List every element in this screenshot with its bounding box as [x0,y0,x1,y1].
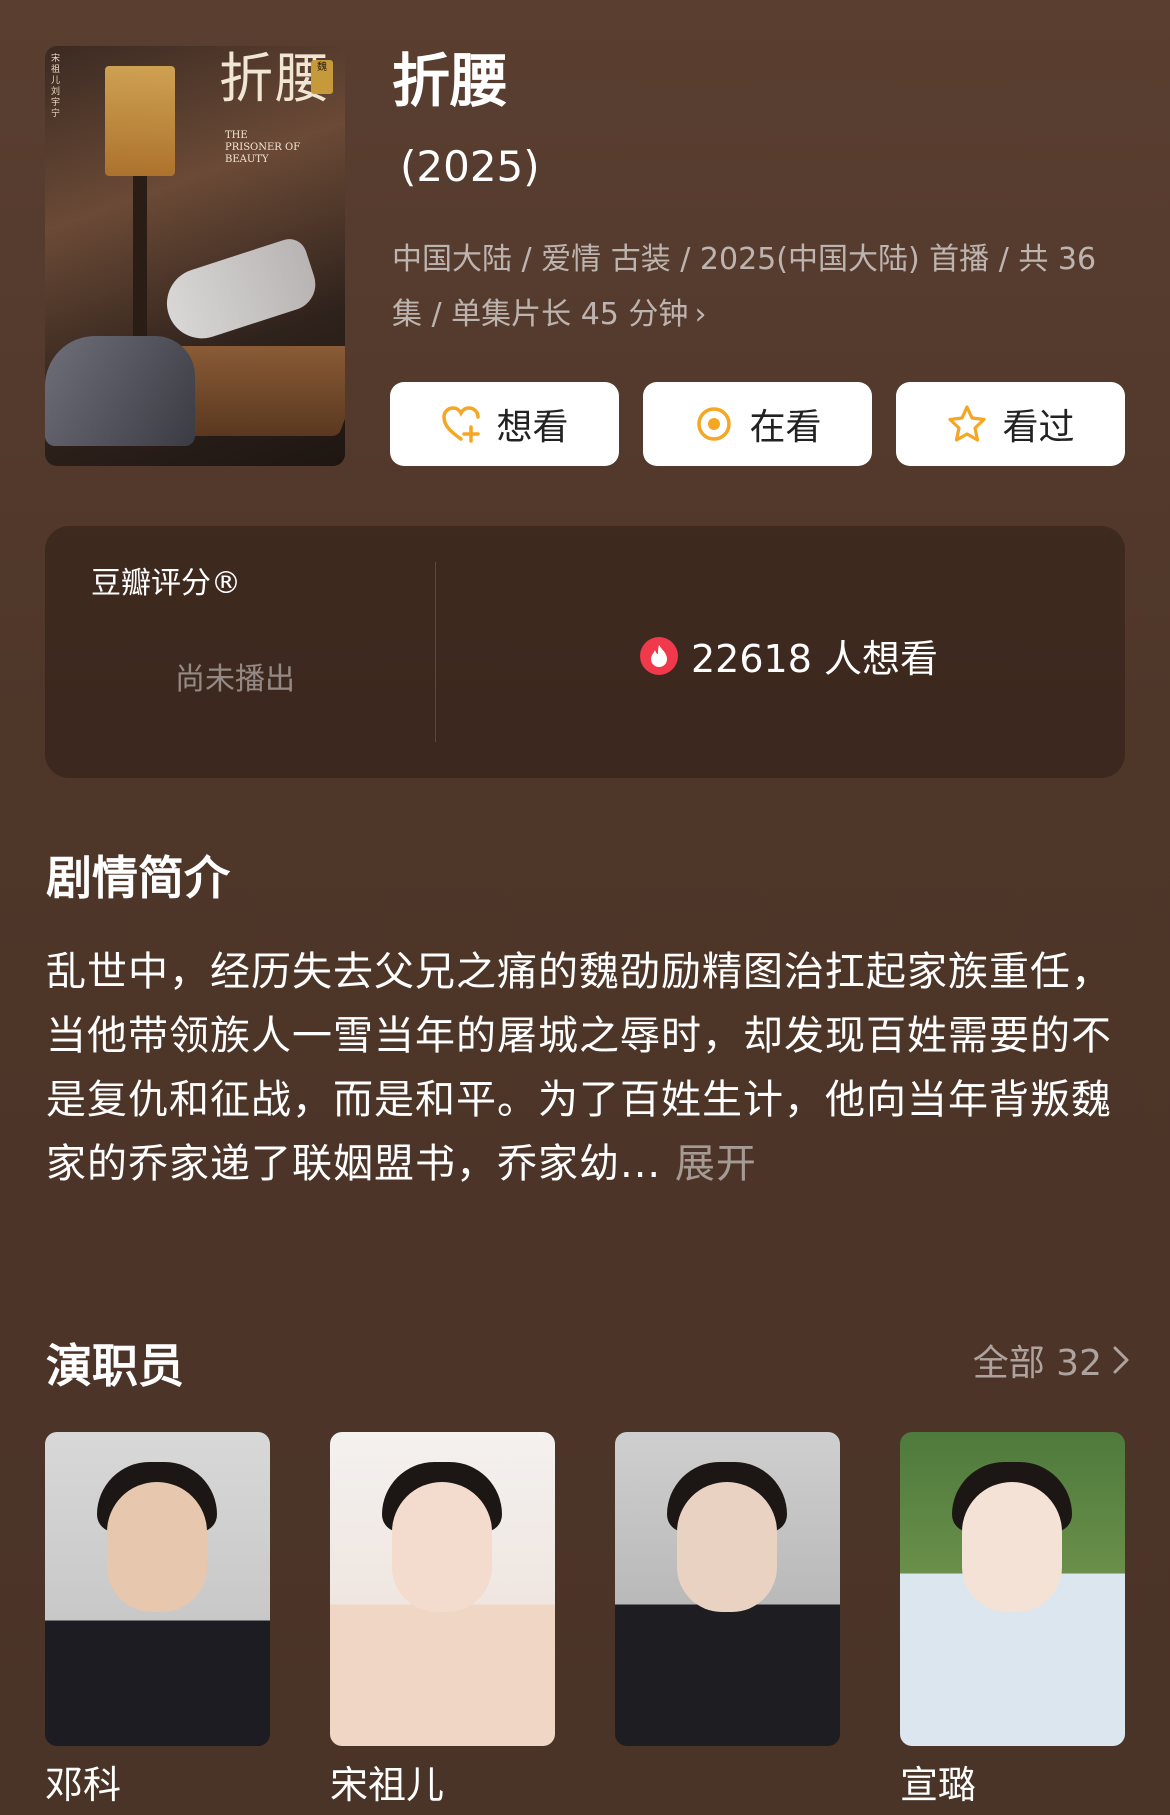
cast-heading: 演职员 [46,1339,184,1393]
cast-all-label: 全部 32 [972,1343,1102,1384]
cast-all-link[interactable]: 全部 32 [973,1334,1130,1386]
poster-seal: 魏 [311,60,333,94]
heart-plus-icon [442,406,481,443]
watching-button[interactable]: 在看 [643,382,872,466]
want-to-watch-button[interactable]: 想看 [390,382,619,466]
cast-photo [615,1432,840,1746]
chevron-right-icon [1113,1346,1129,1374]
watching-label: 在看 [749,407,822,448]
meta-text: 中国大陆 / 爱情 古装 / 2025(中国大陆) 首播 / 共 36 集 / … [392,242,1097,332]
cast-photo [45,1432,270,1746]
cast-card[interactable] [615,1432,840,1804]
cast-photo [900,1432,1125,1746]
action-buttons: 想看 在看 看过 [390,382,1125,466]
page-title: 折腰 [392,47,509,115]
cast-name: 邓科 [45,1763,122,1807]
face-shape [962,1482,1062,1612]
face-shape [392,1482,492,1612]
star-icon [948,405,987,442]
cast-card[interactable]: 宣璐 [900,1432,1125,1804]
want-to-watch-label: 想看 [496,407,569,448]
synopsis-text-block: 乱世中，经历失去父兄之痛的魏劭励精图治扛起家族重任，当他带领族人一雪当年的屠城之… [46,940,1126,1196]
synopsis-heading: 剧情简介 [46,851,230,905]
cast-card[interactable]: 邓科 [45,1432,270,1804]
cast-list: 邓科 宋祖儿 宣璐 [45,1432,1125,1804]
poster-figure [157,234,323,348]
rating-status: 尚未播出 [175,662,295,697]
release-year: (2025) [400,142,540,191]
meta-info[interactable]: 中国大陆 / 爱情 古装 / 2025(中国大陆) 首播 / 共 36 集 / … [392,232,1102,342]
chevron-right-icon: › [694,297,707,332]
face-shape [107,1482,207,1612]
poster-lamp [105,66,175,176]
poster-figure [45,336,195,446]
cast-photo [330,1432,555,1746]
watched-label: 看过 [1002,407,1075,448]
poster-image[interactable]: 宋祖儿 刘宇宁 折腰 THE PRISONER OF BEAUTY 魏 [45,46,345,466]
synopsis-text: 乱世中，经历失去父兄之痛的魏劭励精图治扛起家族重任，当他带领族人一雪当年的屠城之… [46,949,1112,1187]
wish-count-text: 22618 人想看 [691,637,938,681]
cast-card[interactable]: 宋祖儿 [330,1432,555,1804]
wish-count: 22618 人想看 [639,628,938,683]
poster-title-en: THE PRISONER OF BEAUTY [225,130,301,165]
expand-link[interactable]: 展开 [675,1141,757,1187]
cast-name: 宋祖儿 [330,1763,445,1807]
rating-card[interactable]: 豆瓣评分® 尚未播出 22618 人想看 [45,526,1125,778]
divider [435,562,436,742]
face-shape [677,1482,777,1612]
watched-button[interactable]: 看过 [896,382,1125,466]
target-icon [697,407,732,441]
rating-label: 豆瓣评分® [91,566,241,601]
cast-name: 宣璐 [900,1763,977,1807]
flame-icon [640,636,678,675]
poster-credits: 宋祖儿 刘宇宁 [51,54,61,119]
